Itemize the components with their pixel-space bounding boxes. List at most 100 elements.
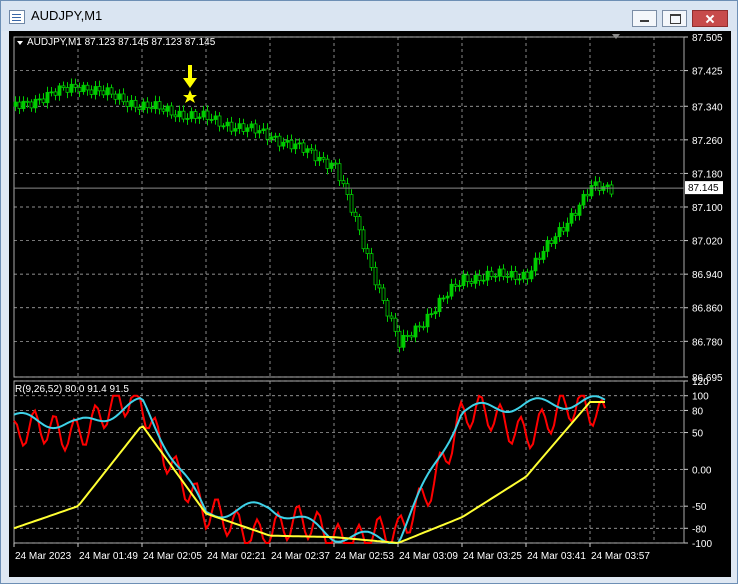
candle-body [137,106,142,110]
candle-body [605,184,610,188]
price-label: 87.020 [692,237,723,248]
candle-body [193,111,198,119]
candle-body [373,266,378,286]
chart-area[interactable]: 87.505 87.425 87.340 87.260 87.180 87.100 87.0… [9,31,731,577]
candle-body [441,297,446,300]
candle-body [385,300,390,317]
title-bar[interactable]: AUDJPY,M1 [1,1,737,31]
candle-body [97,86,102,92]
candle-body [285,139,290,143]
indicator-scale-label: -80 [692,524,707,535]
candle-body [337,163,342,182]
candle-body [65,87,70,93]
candle-body [93,86,98,95]
candle-body [477,274,482,281]
candle-body [125,101,130,107]
candle-body [341,180,346,185]
time-label: 24 Mar 02:53 [335,551,394,562]
candle-body [345,183,350,195]
candle-body [433,311,438,315]
candle-body [553,236,558,244]
candle-body [537,257,542,260]
candle-body [293,143,298,150]
candle-body [305,148,310,153]
candle-body [109,87,114,95]
price-label: 87.340 [692,102,723,113]
price-label: 86.940 [692,270,723,281]
candle-body [253,123,258,134]
candle-body [585,193,590,197]
candle-body [481,279,486,282]
candle-body [69,83,74,93]
candle-body [377,284,382,289]
indicator-grid [13,380,685,544]
candle-body [529,270,534,280]
candle-body [165,105,170,112]
candle-body [241,123,246,132]
price-label: 86.780 [692,337,723,348]
candle-body [257,130,262,134]
candle-body [297,142,302,145]
candle-body [333,162,338,165]
candle-body [505,276,510,278]
candle-body [121,93,126,103]
candle-body [369,253,374,268]
candle-body [485,270,490,281]
axis: 87.505 87.425 87.340 87.260 87.180 87.100 87.0… [13,33,723,562]
candle-body [445,295,450,299]
candle-body [313,149,318,162]
candle-body [177,110,182,118]
candle-body [361,229,366,250]
candle-body [225,121,230,127]
close-button[interactable] [692,10,728,27]
candle-body [557,227,562,238]
indicator-scale-label: 120 [692,377,709,388]
candles [13,78,614,353]
candle-body [417,325,422,328]
candle-body [309,148,314,151]
candle-body [401,334,406,348]
indicator-scale-label: 80 [692,406,704,417]
price-label: 87.505 [692,33,723,44]
symbol-menu-icon [17,41,23,45]
candle-body [525,271,530,280]
candle-body [33,98,38,109]
candle-body [197,116,202,119]
candle-body [545,240,550,252]
maximize-button[interactable] [662,10,687,27]
indicator-scale-label: -50 [692,502,707,513]
overlay: 87.145 AUDJPY,M1 87.123 87.145 87.123 87.… [14,34,723,395]
candle-body [213,115,218,120]
signal-star-icon [183,90,197,103]
candle-body [13,101,18,107]
candle-body [521,271,526,280]
candle-body [113,93,118,100]
minimize-button[interactable] [632,10,657,27]
candle-body [117,93,122,100]
candle-body [229,121,234,132]
candle-body [185,118,190,120]
candle-body [465,274,470,282]
time-label: 24 Mar 01:49 [79,551,138,562]
time-label: 24 Mar 03:09 [399,551,458,562]
candle-body [409,335,414,338]
candle-body [169,105,174,116]
candle-body [221,125,226,128]
time-label: 24 Mar 2023 [15,551,72,562]
candle-body [217,115,222,127]
candle-body [405,334,410,337]
candle-body [389,315,394,319]
price-label: 87.100 [692,203,723,214]
chart-canvas[interactable]: 87.505 87.425 87.340 87.260 87.180 87.100 87.0… [9,31,731,577]
candle-body [393,317,398,332]
indicator-scale-label: 0.00 [692,465,712,476]
candle-body [501,268,506,277]
candle-body [77,86,82,93]
price-label: 87.180 [692,169,723,180]
time-label: 24 Mar 03:25 [463,551,522,562]
candle-body [261,128,266,131]
candle-body [513,271,518,280]
candle-body [273,135,278,138]
candle-body [173,114,178,118]
window-title: AUDJPY,M1 [31,8,103,23]
